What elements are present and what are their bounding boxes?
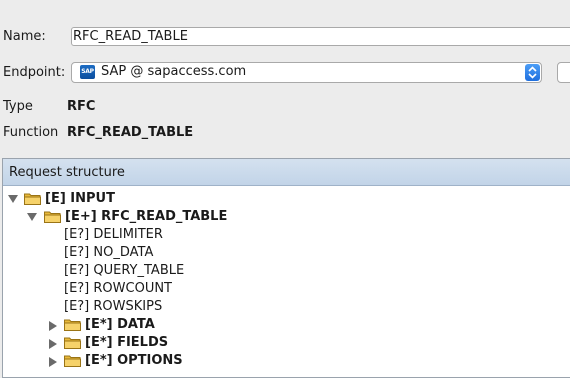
tree-node-label: [E+] RFC_READ_TABLE <box>65 209 228 224</box>
tree-leaf-no-data[interactable]: [E?] NO_DATA <box>3 245 570 263</box>
expand-arrow-icon[interactable] <box>8 195 18 203</box>
endpoint-side-button[interactable] <box>557 62 570 83</box>
panel-header: Request structure <box>3 159 570 186</box>
request-structure-panel: Request structure [E] INPUT [E+] RFC_REA… <box>2 158 570 378</box>
folder-icon <box>64 337 81 349</box>
tree-node-label: [E?] NO_DATA <box>64 245 154 260</box>
tree-node-label: [E] INPUT <box>45 191 115 206</box>
tree-node-label: [E*] DATA <box>85 317 155 332</box>
tree-node-label: [E?] QUERY_TABLE <box>64 263 185 278</box>
collapse-arrow-icon[interactable] <box>49 357 57 367</box>
sap-logo-icon: SAP <box>80 65 95 79</box>
select-stepper-icon[interactable] <box>525 64 540 81</box>
folder-icon <box>24 193 41 205</box>
expand-arrow-icon[interactable] <box>27 213 37 221</box>
name-field[interactable]: RFC_READ_TABLE <box>71 27 570 46</box>
panel-title: Request structure <box>9 165 125 180</box>
tree-node-label: [E?] ROWCOUNT <box>64 281 172 296</box>
tree-node-rfc-read-table[interactable]: [E+] RFC_READ_TABLE <box>3 209 570 227</box>
folder-icon <box>64 355 81 367</box>
name-label: Name: <box>3 29 46 44</box>
endpoint-select[interactable]: SAP SAP @ sapaccess.com <box>71 62 542 83</box>
function-value: RFC_READ_TABLE <box>67 125 194 140</box>
tree-leaf-query-table[interactable]: [E?] QUERY_TABLE <box>3 263 570 281</box>
name-field-value: RFC_READ_TABLE <box>73 29 188 44</box>
folder-icon <box>44 211 61 223</box>
tree-node-label: [E?] ROWSKIPS <box>64 299 163 314</box>
tree-node-label: [E*] FIELDS <box>85 335 169 350</box>
endpoint-label: Endpoint: <box>3 65 66 80</box>
collapse-arrow-icon[interactable] <box>49 321 57 331</box>
tree-node-options[interactable]: [E*] OPTIONS <box>3 353 570 371</box>
function-label: Function <box>3 125 59 140</box>
type-value: RFC <box>67 99 96 114</box>
tree-node-input[interactable]: [E] INPUT <box>3 191 570 209</box>
endpoint-select-value: SAP @ sapaccess.com <box>101 64 247 79</box>
collapse-arrow-icon[interactable] <box>49 339 57 349</box>
tree-leaf-delimiter[interactable]: [E?] DELIMITER <box>3 227 570 245</box>
tree-node-label: [E*] OPTIONS <box>85 353 183 368</box>
tree-node-data[interactable]: [E*] DATA <box>3 317 570 335</box>
tree-node-fields[interactable]: [E*] FIELDS <box>3 335 570 353</box>
folder-icon <box>64 319 81 331</box>
tree-node-label: [E?] DELIMITER <box>64 227 163 242</box>
tree-leaf-rowcount[interactable]: [E?] ROWCOUNT <box>3 281 570 299</box>
type-label: Type <box>3 99 33 114</box>
tree-leaf-rowskips[interactable]: [E?] ROWSKIPS <box>3 299 570 317</box>
